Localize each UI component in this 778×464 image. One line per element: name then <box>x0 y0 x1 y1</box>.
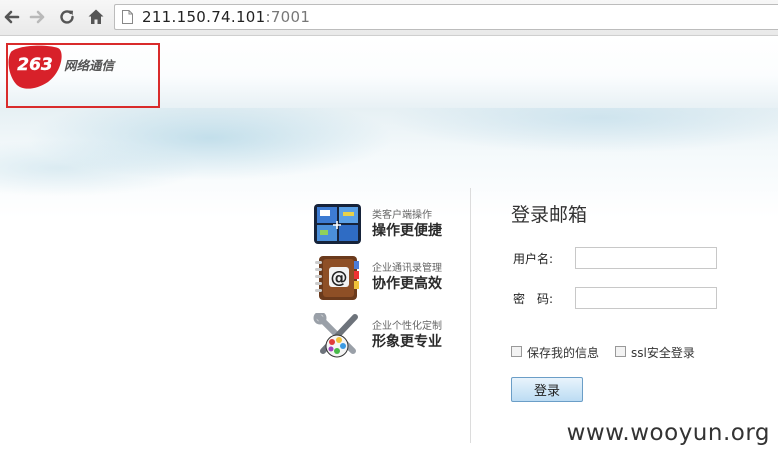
feature-item: 企业个性化定制 形象更专业 <box>313 313 463 361</box>
page-icon <box>122 10 133 24</box>
feature-title: 形象更专业 <box>372 334 442 350</box>
password-input[interactable] <box>575 287 717 309</box>
feature-subtitle: 企业通讯录管理 <box>372 263 442 274</box>
vertical-divider <box>470 188 471 443</box>
address-bar[interactable]: 211.150.74.101:7001 <box>114 4 778 30</box>
browser-toolbar: 211.150.74.101:7001 <box>0 0 778 36</box>
svg-text:@: @ <box>331 268 348 288</box>
username-label: 用户名: <box>513 252 554 266</box>
feature-item: 类客户端操作 操作更便捷 <box>313 202 463 250</box>
tools-palette-icon <box>313 313 358 358</box>
forward-arrow-icon[interactable] <box>27 6 49 28</box>
login-button[interactable]: 登录 <box>511 377 583 402</box>
address-text: 211.150.74.101:7001 <box>142 8 310 26</box>
window-panes-icon <box>314 204 361 244</box>
ssl-checkbox[interactable] <box>615 346 626 357</box>
back-arrow-icon[interactable] <box>0 6 22 28</box>
reload-icon[interactable] <box>56 6 78 28</box>
username-input[interactable] <box>575 247 717 269</box>
feature-title: 协作更高效 <box>372 276 442 292</box>
address-port: :7001 <box>265 8 311 26</box>
feature-item: @ 企业通讯录管理 协作更高效 <box>313 255 463 303</box>
logo-highlight-box <box>6 43 160 108</box>
address-book-icon: @ <box>315 256 359 300</box>
password-label: 密 码: <box>513 292 554 306</box>
remember-checkbox[interactable] <box>511 346 522 357</box>
watermark-text: www.wooyun.org <box>566 420 770 446</box>
feature-title: 操作更便捷 <box>372 223 442 239</box>
home-icon[interactable] <box>85 6 107 28</box>
feature-subtitle: 企业个性化定制 <box>372 321 442 332</box>
address-host: 211.150.74.101 <box>142 8 266 26</box>
ssl-label[interactable]: ssl安全登录 <box>631 344 695 361</box>
feature-subtitle: 类客户端操作 <box>372 210 432 221</box>
login-title: 登录邮箱 <box>511 204 588 226</box>
remember-label[interactable]: 保存我的信息 <box>527 344 599 361</box>
